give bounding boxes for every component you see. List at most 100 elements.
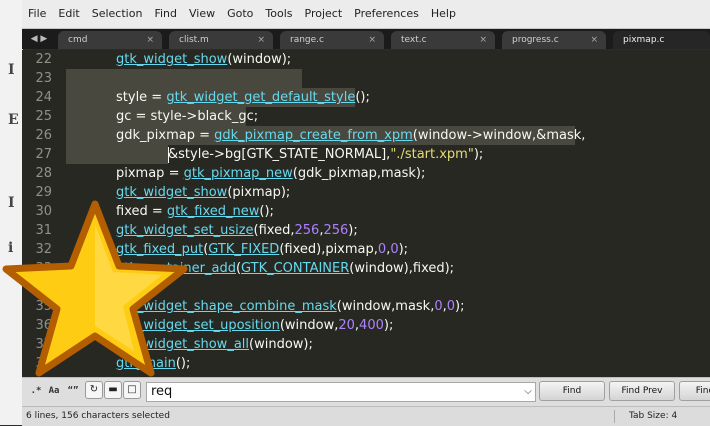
tab-label: clist.m [179,35,209,45]
selection-highlight [66,145,168,164]
tab-close-icon[interactable]: × [479,31,487,49]
number-token: 0 [446,299,456,314]
code-token: ); [348,223,358,238]
menu-help[interactable]: Help [425,0,462,28]
tab-label: cmd [68,35,88,45]
tab-range[interactable]: range.c × [280,31,384,49]
function-token: gdk_pixmap_create_from_xpm [214,128,413,143]
line-number: 26 [35,128,52,143]
tab-progress[interactable]: progress.c × [502,31,606,49]
tab-label: progress.c [512,35,559,45]
menu-tools[interactable]: Tools [259,0,298,28]
tab-text[interactable]: text.c × [391,31,495,49]
line-number: 23 [35,71,52,86]
tab-label: pixmap.c [623,35,665,45]
find-button[interactable]: Find [539,381,605,401]
code-token: (window),fixed); [349,261,455,276]
code-token: style = [116,90,167,105]
string-token: "./start.xpm" [390,147,474,162]
whole-word-toggle[interactable]: “” [65,382,81,400]
tab-close-icon[interactable]: × [146,31,154,49]
code-token: (window); [249,337,313,352]
menu-file[interactable]: File [22,0,52,28]
number-token: 20 [338,318,355,333]
tab-cmd[interactable]: cmd × [58,31,162,49]
menu-edit[interactable]: Edit [52,0,85,28]
code-token: (window->window,&mask, [412,128,586,143]
code-token: (pixmap); [227,185,291,200]
function-token: GTK_CONTAINER [241,261,350,276]
menu-find[interactable]: Find [148,0,183,28]
wrap-icon[interactable]: ↻ [85,381,103,399]
code-token: ); [455,299,465,314]
code-line: gdk_pixmap = gdk_pixmap_create_from_xpm(… [116,128,585,143]
code-token: &style->bg[GTK_STATE_NORMAL], [168,147,391,162]
status-divider [614,410,615,423]
case-sensitive-toggle[interactable]: Aa [45,382,63,400]
number-token: 256 [323,223,349,238]
tab-nav-arrows-icon[interactable]: ◀ ▶ [22,29,56,49]
code-token: ); [473,147,484,162]
menu-view[interactable]: View [183,0,221,28]
code-line: style = gtk_widget_get_default_style(); [116,90,370,105]
code-line: &style->bg[GTK_STATE_NORMAL],"./start.xp… [168,147,483,162]
function-token: GTK_FIXED [208,242,280,257]
regex-toggle[interactable]: .* [28,382,44,400]
tab-close-icon[interactable]: × [257,31,265,49]
number-token: 0 [390,242,399,257]
tab-bar: ◀ ▶ cmd × clist.m × range.c × text.c × progr… [22,29,710,49]
code-line: gtk_widget_show(window); [116,52,291,67]
code-token: gc = style->black_gc; [116,109,259,124]
tab-label: text.c [401,35,427,45]
line-number: 24 [35,90,52,105]
code-token: (); [259,204,274,219]
function-token: gtk_widget_show [116,52,228,67]
code-token: ); [398,242,409,257]
line-number: 22 [35,52,52,67]
in-selection-icon[interactable]: ▬ [104,381,122,399]
highlight-icon[interactable]: □ [123,381,141,399]
line-number: 25 [35,109,52,124]
status-bar: 6 lines, 156 characters selected Tab Siz… [22,406,710,426]
selection-status: 6 lines, 156 characters selected [26,411,170,421]
menu-project[interactable]: Project [299,0,349,28]
code-token: (); [355,90,370,105]
code-token: pixmap = [116,166,184,181]
menu-selection[interactable]: Selection [86,0,149,28]
line-number: 27 [35,147,52,162]
code-line: gc = style->black_gc; [116,109,258,124]
menu-preferences[interactable]: Preferences [348,0,425,28]
line-number: 28 [35,166,52,181]
find-prev-button[interactable]: Find Prev [609,381,675,401]
code-token: gdk_pixmap = [116,128,215,143]
strip-glyph: I [8,62,15,78]
number-token: 256 [294,223,320,238]
star-icon [2,200,188,377]
tab-clist[interactable]: clist.m × [169,31,273,49]
code-token: (window); [227,52,292,67]
code-token: (fixed),pixmap, [279,242,378,257]
find-history-dropdown-icon[interactable]: ⌵ [520,382,536,402]
find-all-button[interactable]: Find All [679,381,710,401]
function-token: gtk_pixmap_new [183,166,293,181]
code-token: (window,mask, [336,299,435,314]
code-token: (gdk_pixmap,mask); [292,166,426,181]
tab-label: range.c [290,35,324,45]
tab-size-status[interactable]: Tab Size: 4 [629,407,677,426]
code-token: (window, [279,318,339,333]
tab-pixmap[interactable]: pixmap.c [613,31,710,49]
tab-close-icon[interactable]: × [590,31,598,49]
number-token: 400 [359,318,384,333]
menu-bar: File Edit Selection Find View Goto Tools… [22,0,710,29]
code-line: pixmap = gtk_pixmap_new(gdk_pixmap,mask)… [116,166,425,181]
menu-goto[interactable]: Goto [221,0,259,28]
function-token: gtk_widget_get_default_style [166,90,356,105]
number-token: 0 [434,299,443,314]
tab-close-icon[interactable]: × [368,31,376,49]
code-token: ); [383,318,394,333]
code-token: (fixed, [253,223,295,238]
find-panel: .* Aa “” ↻ ▬ □ req ⌵ Find Find Prev Find… [22,377,710,406]
find-input[interactable]: req [146,382,536,402]
selection-highlight [66,69,302,88]
strip-glyph: E [8,112,19,128]
